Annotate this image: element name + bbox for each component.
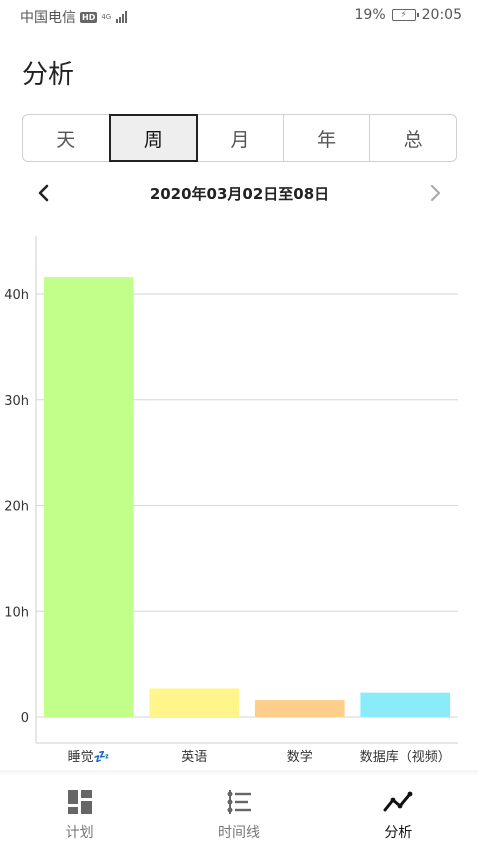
hd-badge: HD xyxy=(80,11,98,23)
bottom-nav: 计划 时间线 分析 xyxy=(0,778,478,850)
x-tick-label: 数据库（视频） xyxy=(360,749,451,765)
nav-item-analysis[interactable]: 分析 xyxy=(319,778,478,850)
divider xyxy=(0,770,478,776)
network-type: 4G xyxy=(101,12,112,21)
status-right: 19% ⚡ 20:05 xyxy=(355,7,462,23)
x-tick-label: 英语 xyxy=(181,750,207,765)
y-tick-label: 20h xyxy=(4,500,29,515)
nav-label-plan: 计划 xyxy=(65,825,94,841)
bar-1 xyxy=(149,688,240,717)
bar-3 xyxy=(360,692,451,717)
y-tick-label: 40h xyxy=(4,288,29,303)
nav-label-analysis: 分析 xyxy=(384,825,413,841)
tab-total[interactable]: 总 xyxy=(370,115,456,161)
trend-line-icon xyxy=(383,791,413,812)
bar-chart: 0 10h 20h 30h 40h 睡觉💤 英语 数学 数据库（视频） xyxy=(4,236,458,765)
period-selector: 天 周 月 年 总 xyxy=(22,114,457,162)
nav-item-timeline[interactable]: 时间线 xyxy=(159,778,318,850)
nav-item-plan[interactable]: 计划 xyxy=(0,778,159,850)
tab-month[interactable]: 月 xyxy=(197,115,284,161)
nav-label-timeline: 时间线 xyxy=(217,825,260,841)
clock: 20:05 xyxy=(421,7,462,23)
x-tick-label: 数学 xyxy=(287,749,313,765)
carrier-label: 中国电信 xyxy=(20,10,76,26)
signal-icon xyxy=(116,11,128,23)
tab-day[interactable]: 天 xyxy=(23,115,110,161)
status-bar: 中国电信 HD 4G 19% ⚡ 20:05 xyxy=(0,0,478,32)
bar-0 xyxy=(43,277,134,717)
chevron-right-icon[interactable] xyxy=(423,180,447,206)
y-tick-label: 10h xyxy=(4,605,29,620)
tab-year[interactable]: 年 xyxy=(284,115,371,161)
date-navigator: 2020年03月02日至08日 xyxy=(22,178,457,208)
timeline-list-icon xyxy=(227,790,251,814)
status-left: 中国电信 HD 4G xyxy=(20,7,128,27)
bar-2 xyxy=(254,700,345,717)
y-tick-label: 0 xyxy=(21,711,29,726)
x-tick-label: 睡觉💤 xyxy=(68,750,110,765)
y-tick-label: 30h xyxy=(4,394,29,409)
date-range-label: 2020年03月02日至08日 xyxy=(149,185,330,203)
tab-week[interactable]: 周 xyxy=(108,114,199,162)
battery-percent: 19% xyxy=(354,7,386,23)
page-title: 分析 xyxy=(22,60,75,90)
battery-icon: ⚡ xyxy=(391,9,419,21)
dashboard-grid-icon xyxy=(67,790,92,814)
